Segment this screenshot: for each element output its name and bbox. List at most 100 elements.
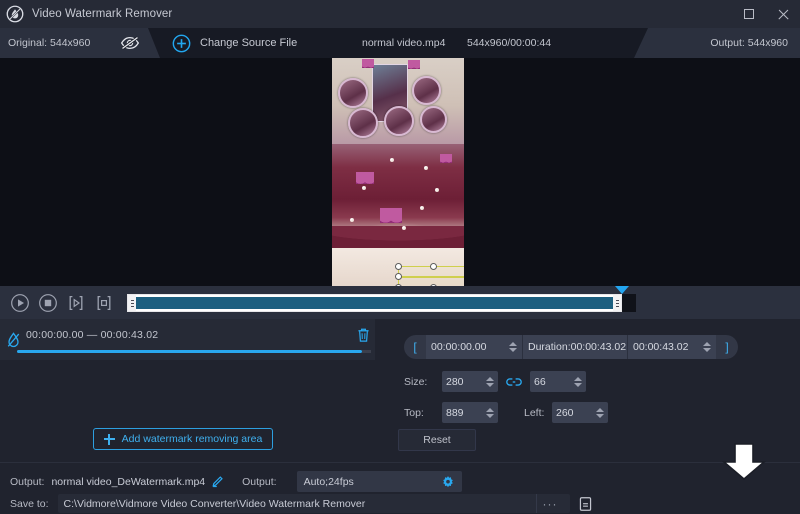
pencil-edit-icon[interactable] [211, 475, 224, 488]
size-height-value: 66 [534, 375, 546, 388]
save-to-label: Save to: [10, 497, 49, 510]
watermark-removal-selection[interactable] [395, 263, 464, 286]
browse-button[interactable]: ··· [535, 494, 564, 513]
down-arrow-annotation-icon [722, 443, 766, 481]
output-format-label: Output: [242, 475, 277, 488]
cake-photo-disc [384, 106, 414, 136]
plus-icon [103, 433, 115, 445]
folder-open-icon[interactable] [578, 496, 593, 512]
change-source-file-button[interactable]: Change Source File [172, 28, 311, 58]
output-settings-row: Output: normal video_DeWatermark.mp4 Out… [10, 471, 462, 492]
selection-mid-line [399, 276, 464, 278]
eye-slash-icon[interactable] [120, 36, 140, 50]
stop-icon[interactable] [37, 292, 59, 314]
selection-handle-n[interactable] [430, 263, 437, 270]
start-time-stepper[interactable] [509, 342, 517, 352]
bracket-close-icon[interactable]: ] [716, 340, 738, 354]
trash-icon[interactable] [356, 327, 371, 343]
close-icon [777, 8, 790, 21]
watermark-track-panel[interactable]: 00:00:00.00 — 00:00:43.02 [0, 319, 375, 360]
add-watermark-area-button[interactable]: Add watermark removing area [93, 428, 273, 450]
tab-original-preview[interactable]: Original: 544x960 [0, 28, 160, 58]
top-value: 889 [446, 406, 464, 419]
window-title: Video Watermark Remover [32, 8, 173, 20]
time-range-editor: [ 00:00:00.00 Duration:00:00:43.02 00:00… [404, 335, 738, 359]
pearl-decor [350, 218, 354, 222]
size-height-field[interactable]: 66 [530, 371, 586, 392]
end-time-field[interactable]: 00:00:43.02 [627, 335, 716, 359]
output-format-select[interactable]: Auto;24fps [296, 471, 462, 492]
selection-handle-w[interactable] [395, 273, 402, 280]
end-time-value: 00:00:43.02 [633, 341, 689, 353]
size-label: Size: [404, 375, 428, 388]
timeline-trim-bar[interactable] [127, 294, 622, 312]
watermark-time-range: 00:00:00.00 — 00:00:43.02 [26, 329, 159, 341]
pearl-decor [424, 166, 428, 170]
maximize-button[interactable] [732, 0, 766, 28]
cake-photo-disc [338, 78, 368, 108]
watermark-duration-bar[interactable] [17, 350, 362, 353]
left-label: Left: [524, 406, 545, 419]
playback-transport-bar: 00:00:43.02 /00:00:44.05 [0, 286, 800, 319]
source-file-name: normal video.mp4 [362, 37, 446, 49]
original-size-label: Original: 544x960 [8, 37, 91, 49]
trim-handle-start[interactable] [128, 295, 136, 311]
maximize-icon [744, 9, 754, 19]
start-time-value: 00:00:00.00 [431, 341, 487, 353]
cake-photo-disc [412, 76, 441, 105]
frame-step-icon[interactable] [65, 292, 87, 314]
size-height-stepper[interactable] [574, 376, 582, 387]
output-file-label: Output: [10, 475, 45, 488]
trim-selection-fill [136, 297, 613, 309]
start-time-field[interactable]: 00:00:00.00 [426, 335, 522, 359]
bracket-open-icon[interactable]: [ [404, 340, 426, 354]
timeline-playhead[interactable] [615, 286, 629, 294]
left-stepper[interactable] [596, 407, 604, 418]
window-controls [732, 0, 800, 28]
butterfly-decor [380, 208, 402, 223]
tab-output-preview[interactable]: Output: 544x960 [634, 28, 800, 58]
pearl-decor [435, 188, 439, 192]
save-to-path-field[interactable]: C:\Vidmore\Vidmore Video Converter\Video… [57, 494, 570, 513]
reset-button[interactable]: Reset [398, 429, 476, 451]
size-width-value: 280 [446, 375, 464, 388]
size-row: Size: 280 66 [404, 371, 586, 392]
butterfly-decor [440, 154, 452, 163]
gear-icon[interactable] [441, 475, 455, 489]
top-stepper[interactable] [486, 407, 494, 418]
video-watermark-remover-window: Video Watermark Remover Original: 544x96… [0, 0, 800, 514]
left-value: 260 [556, 406, 574, 419]
end-time-stepper[interactable] [703, 342, 711, 352]
size-width-field[interactable]: 280 [442, 371, 498, 392]
watermark-drop-logo-icon [6, 5, 24, 23]
video-preview-area [0, 58, 800, 286]
source-file-meta: 544x960/00:00:44 [467, 37, 552, 49]
output-format-value: Auto;24fps [303, 475, 354, 488]
save-to-path-value: C:\Vidmore\Vidmore Video Converter\Video… [63, 497, 366, 510]
pearl-decor [402, 226, 406, 230]
butterfly-decor [362, 59, 374, 68]
butterfly-decor [356, 172, 374, 184]
pearl-decor [420, 206, 424, 210]
butterfly-decor [408, 60, 420, 69]
selection-handle-nw[interactable] [395, 263, 402, 270]
left-field[interactable]: 260 [552, 402, 608, 423]
water-drop-icon [7, 332, 20, 348]
top-field[interactable]: 889 [442, 402, 498, 423]
duration-value: Duration:00:00:43.02 [528, 341, 627, 353]
close-button[interactable] [766, 0, 800, 28]
cake-photo-disc [420, 106, 447, 133]
size-width-stepper[interactable] [486, 376, 494, 387]
position-row: Top: 889 Left: 260 [404, 402, 608, 423]
timeline-tail [622, 294, 636, 312]
output-size-label: Output: 544x960 [710, 37, 788, 49]
play-icon[interactable] [9, 292, 31, 314]
source-toolbar: Original: 544x960 Change Source File nor… [0, 28, 800, 58]
trim-handle-end[interactable] [613, 295, 621, 311]
export-bar: Output: normal video_DeWatermark.mp4 Out… [0, 462, 800, 514]
duration-field: Duration:00:00:43.02 [522, 335, 627, 359]
video-frame[interactable] [332, 58, 464, 286]
snapshot-icon[interactable] [93, 292, 115, 314]
link-aspect-ratio-icon[interactable] [505, 375, 523, 389]
title-bar: Video Watermark Remover [0, 0, 800, 28]
